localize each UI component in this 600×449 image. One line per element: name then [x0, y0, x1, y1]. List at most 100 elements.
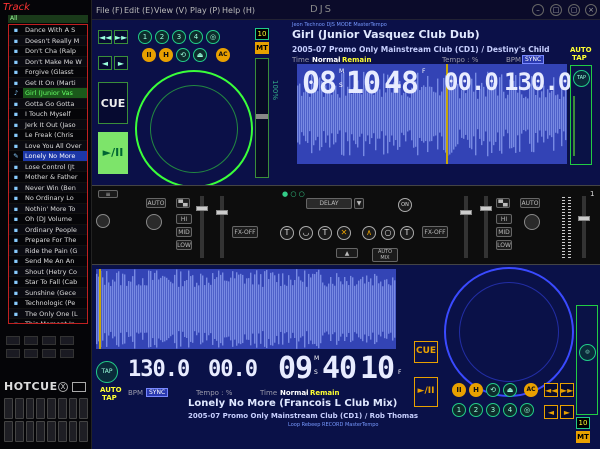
checkbox-icon[interactable]: ▪	[9, 298, 23, 308]
deck-a-search-back-button[interactable]: ◄	[98, 56, 112, 70]
checkbox-icon[interactable]: ▪	[9, 214, 23, 224]
deck-b-search-forward-button[interactable]: ►	[560, 405, 574, 419]
mixer-mid-right[interactable]: MID	[496, 227, 512, 237]
track-list-item[interactable]: ▪ Le Freak (Chris	[9, 130, 87, 141]
checkbox-icon[interactable]: ▪	[9, 109, 23, 119]
hotcue-pad[interactable]	[47, 398, 56, 419]
deck-a-mastertempo-button[interactable]: MT	[255, 42, 269, 54]
track-list-item[interactable]: ▪ Love You All Over	[9, 140, 87, 151]
checkbox-icon[interactable]: ▪	[9, 246, 23, 256]
mixer-fx-right[interactable]: ▀▄	[496, 198, 510, 208]
checkbox-icon[interactable]: ▪	[9, 46, 23, 56]
track-list-item[interactable]: ▪ This Moment In	[9, 319, 87, 323]
track-list-item[interactable]: ▪ No Ordinary Lo	[9, 193, 87, 204]
channel-a-fader-track[interactable]	[196, 196, 208, 258]
deck-a-loop-icon[interactable]: ⟲	[176, 48, 190, 62]
fx-cross-button[interactable]: ✕	[337, 226, 351, 240]
hotcue-pad[interactable]	[14, 398, 24, 419]
browser-button-2[interactable]	[24, 336, 38, 345]
effect-dropdown-icon[interactable]: ▼	[354, 198, 364, 209]
mixer-low-left[interactable]: LOW	[176, 240, 192, 250]
checkbox-icon[interactable]: ▪	[9, 256, 23, 266]
channel-a-fader-cap[interactable]	[196, 206, 208, 211]
channel-b-fader-track[interactable]	[460, 196, 472, 258]
track-list-item[interactable]: ▪ Shout (Hetry Co	[9, 266, 87, 277]
mixer-left-eq-toggle[interactable]: ≡	[98, 190, 118, 198]
deck-a-next-button[interactable]: ►►	[114, 30, 128, 44]
deck-a-settings-button[interactable]: ◎	[206, 30, 220, 44]
deck-a-remain-toggle[interactable]: Remain	[342, 56, 372, 64]
deck-b-counter-1[interactable]: 1	[452, 403, 466, 417]
fx-t-button-2[interactable]: T	[318, 226, 332, 240]
channel-a-fader-2-cap[interactable]	[216, 210, 228, 215]
deck-b-search-button[interactable]: ◎	[579, 344, 596, 361]
deck-b-tap-button[interactable]: TAP	[96, 361, 118, 383]
hotcue-pad[interactable]	[4, 421, 13, 442]
deck-b-mastertempo-button[interactable]: MT	[576, 431, 590, 443]
deck-b-settings-button[interactable]: ◎	[520, 403, 534, 417]
deck-b-counter-2[interactable]: 2	[469, 403, 483, 417]
track-list-item[interactable]: ▪ Star To Fall (Cab	[9, 277, 87, 288]
deck-b-play-pause-button[interactable]: ►/II	[414, 377, 438, 407]
effect-select[interactable]: DELAY	[306, 198, 352, 209]
deck-a-search-forward-button[interactable]: ►	[114, 56, 128, 70]
track-list-item[interactable]: ▪ Nothin' More To	[9, 203, 87, 214]
all-tracks-header[interactable]: All	[8, 15, 88, 23]
deck-a-play-pause-button[interactable]: ►/II	[98, 132, 128, 174]
deck-b-loop-icon[interactable]: ⟲	[486, 383, 500, 397]
track-list-item[interactable]: ▪ Send Me An An	[9, 256, 87, 267]
minimize-icon[interactable]: –	[532, 4, 544, 16]
deck-b-next-button[interactable]: ►►	[560, 383, 574, 397]
checkbox-icon[interactable]: ▪	[9, 277, 23, 287]
deck-b-pause-icon[interactable]: II	[452, 383, 466, 397]
browser-button-8[interactable]	[60, 349, 74, 358]
track-list-item[interactable]: ▪ Don't Make Me W	[9, 56, 87, 67]
deck-a-ac-button[interactable]: AC	[216, 48, 230, 62]
mixer-auto-right[interactable]: AUTO	[520, 198, 540, 208]
deck-a-counter-4[interactable]: 4	[189, 30, 203, 44]
deck-b-pitch-range[interactable]: 10	[576, 417, 590, 429]
mixer-trim-knob-left[interactable]	[146, 214, 162, 230]
effect-on-button[interactable]: ON	[398, 198, 412, 212]
track-list-item[interactable]: ▪ Mother & Father	[9, 172, 87, 183]
track-list-item[interactable]: ▪ Forgive (Glasst	[9, 67, 87, 78]
fx-off-left-button[interactable]: FX-OFF	[232, 226, 258, 238]
fx-t-button-1[interactable]: T	[280, 226, 294, 240]
hotcue-pad[interactable]	[14, 421, 24, 442]
track-list-item[interactable]: ▪ Technologic (Pe	[9, 298, 87, 309]
track-list-item[interactable]: ♪ Girl (Junior Vas	[9, 88, 87, 99]
menu-edit[interactable]: Edit (E)	[124, 6, 153, 15]
checkbox-icon[interactable]: ▪	[9, 319, 23, 323]
deck-a-cue-button[interactable]: CUE	[98, 82, 128, 124]
hotcue-pad[interactable]	[68, 421, 78, 442]
checkbox-icon[interactable]: ▪	[9, 172, 23, 182]
deck-b-cue-button[interactable]: CUE	[414, 341, 438, 363]
deck-b-hold-icon[interactable]: H	[469, 383, 483, 397]
fx-t-button-3[interactable]: T	[400, 226, 414, 240]
deck-a-eject-icon[interactable]: ⏏	[193, 48, 207, 62]
checkbox-icon[interactable]: ▪	[9, 36, 23, 46]
fx-wave-button[interactable]: ∧	[362, 226, 376, 240]
deck-a-pause-icon[interactable]: II	[142, 48, 156, 62]
deck-a-hold-icon[interactable]: H	[159, 48, 173, 62]
hotcue-pad[interactable]	[57, 421, 67, 442]
deck-b-eject-icon[interactable]: ⏏	[503, 383, 517, 397]
checkbox-icon[interactable]: ▪	[9, 162, 23, 172]
track-list-item[interactable]: ▪ Jerk It Out (Jaso	[9, 119, 87, 130]
mixer-hi-right[interactable]: HI	[496, 214, 512, 224]
deck-b-sync-button[interactable]: SYNC	[146, 388, 169, 397]
checkbox-icon[interactable]: ▪	[9, 120, 23, 130]
checkbox-icon[interactable]: ▪	[9, 204, 23, 214]
hotcue-pad[interactable]	[4, 398, 13, 419]
deck-a-counter-3[interactable]: 3	[172, 30, 186, 44]
menu-view[interactable]: View (V)	[154, 6, 187, 15]
deck-b-remain-toggle[interactable]: Remain	[310, 389, 340, 397]
channel-b-fader-2[interactable]	[480, 196, 492, 258]
menu-help[interactable]: Help (H)	[222, 6, 255, 15]
deck-a-counter-1[interactable]: 1	[138, 30, 152, 44]
crossfader-curve-left[interactable]: ▲	[336, 248, 358, 258]
deck-b-prev-button[interactable]: ◄◄	[544, 383, 558, 397]
hotcue-pad[interactable]	[57, 398, 67, 419]
track-list-item[interactable]: ▪ Never Win (Ben	[9, 182, 87, 193]
mixer-low-right[interactable]: LOW	[496, 240, 512, 250]
